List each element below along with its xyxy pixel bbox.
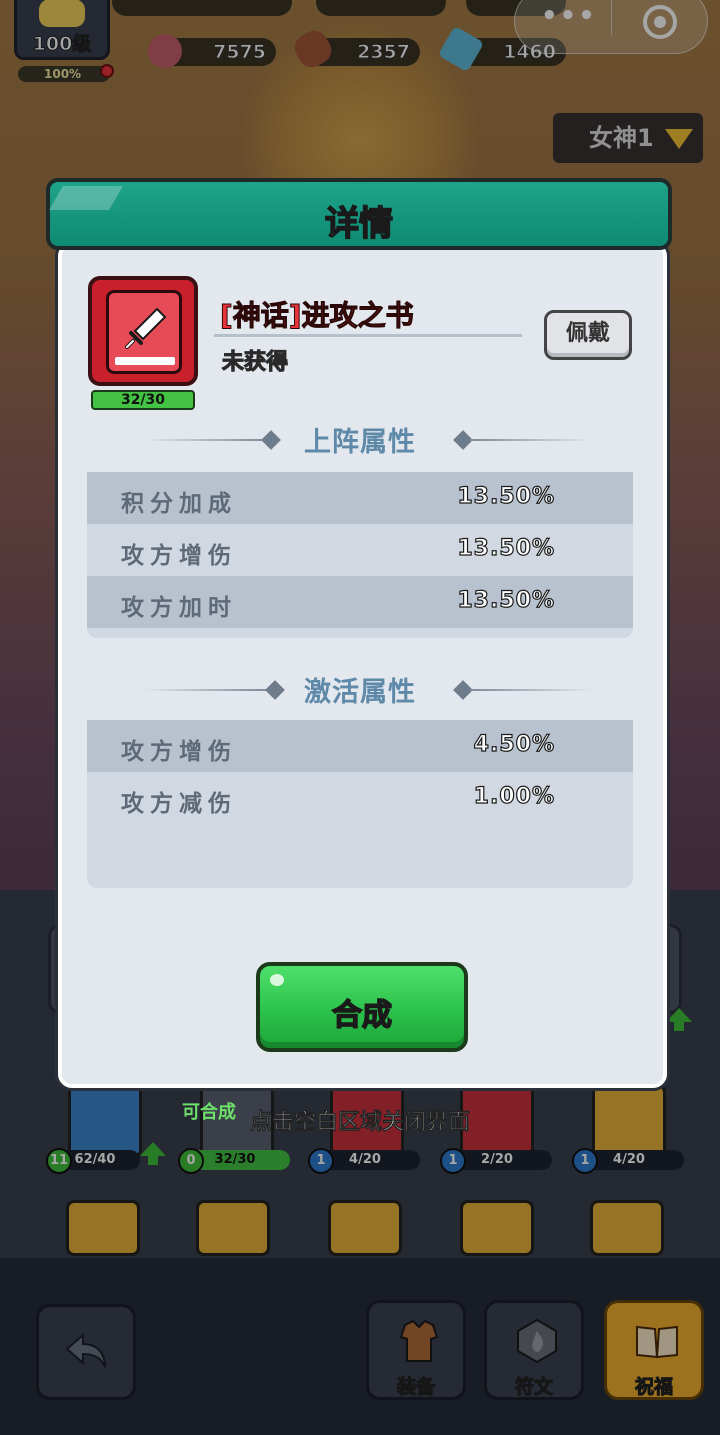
- attribute-label: 攻方减伤: [121, 791, 237, 817]
- item-name: [神话]进攻之书: [220, 299, 415, 333]
- close-hint-text: 点击空白区域关闭界面: [249, 1110, 471, 1136]
- section-title-activate: 激活属性: [304, 677, 416, 708]
- deploy-attributes-table: 积分加成 13.50% 攻方增伤 13.50% 攻方加时 13.50%: [87, 472, 633, 638]
- red-book-icon: [106, 290, 182, 374]
- attribute-row: 攻方增伤 4.50%: [87, 720, 633, 772]
- section-divider: [470, 439, 592, 441]
- wear-button[interactable]: 佩戴: [544, 310, 632, 360]
- attribute-value: 13.50%: [457, 483, 555, 509]
- attribute-value: 4.50%: [473, 731, 555, 757]
- item-icon-frame: [88, 276, 198, 386]
- attribute-label: 攻方增伤: [121, 739, 237, 765]
- name-divider: [214, 334, 522, 337]
- modal-title: 详情: [324, 203, 394, 245]
- section-divider: [470, 689, 592, 691]
- section-title-deploy: 上阵属性: [304, 427, 416, 458]
- attribute-value: 1.00%: [473, 783, 555, 809]
- attribute-row: 攻方减伤 1.00%: [87, 772, 633, 824]
- sword-icon: [125, 307, 167, 349]
- attribute-row: 积分加成 13.50%: [87, 472, 633, 524]
- attribute-label: 积分加成: [121, 491, 237, 517]
- attribute-row: 攻方增伤 13.50%: [87, 524, 633, 576]
- activate-attributes-table: 攻方增伤 4.50% 攻方减伤 1.00%: [87, 720, 633, 888]
- attribute-label: 攻方增伤: [121, 543, 237, 569]
- attribute-value: 13.50%: [457, 535, 555, 561]
- merge-button[interactable]: 合成: [256, 962, 468, 1052]
- merge-button-label: 合成: [331, 997, 393, 1034]
- attribute-value: 13.50%: [457, 587, 555, 613]
- item-status: 未获得: [221, 350, 289, 376]
- attribute-row: 攻方加时 13.50%: [87, 576, 633, 628]
- item-count: 32/30: [91, 390, 195, 410]
- modal-header: 详情: [46, 178, 672, 250]
- attribute-label: 攻方加时: [121, 595, 237, 621]
